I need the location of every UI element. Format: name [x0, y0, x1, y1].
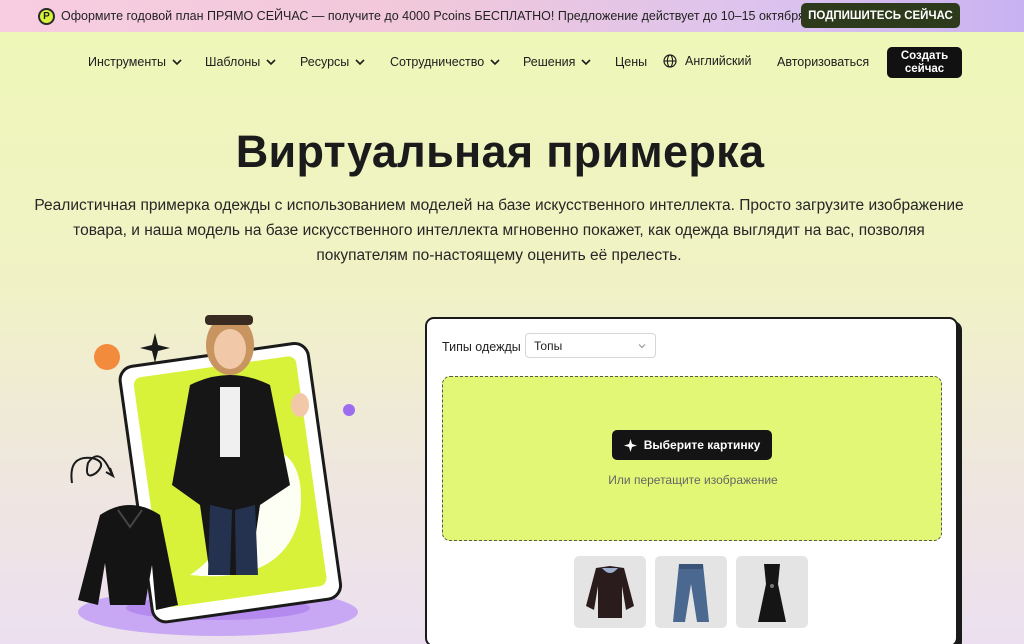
- image-dropzone[interactable]: Выберите картинку Или перетащите изображ…: [442, 376, 942, 541]
- chevron-down-icon: [355, 59, 365, 66]
- choose-image-label: Выберите картинку: [643, 438, 761, 452]
- chevron-down-icon: [172, 59, 182, 66]
- nav-templates[interactable]: Шаблоны: [205, 55, 277, 69]
- login-label: Авторизоваться: [777, 55, 870, 69]
- nav-pricing-label: Цены: [615, 55, 648, 69]
- page-subtitle: Реалистичная примерка одежды с использов…: [34, 197, 964, 264]
- clothing-type-label: Типы одежды: [442, 340, 521, 354]
- sparkle-icon: [623, 438, 637, 452]
- sample-dress[interactable]: [736, 556, 808, 628]
- model-tryon-illustration: [70, 315, 358, 636]
- chevron-down-icon: [266, 59, 276, 66]
- sample-jeans[interactable]: [655, 556, 727, 628]
- language-switcher[interactable]: Английский: [663, 54, 751, 68]
- clothing-type-value: Топы: [534, 338, 563, 353]
- chevron-down-icon: [581, 59, 591, 66]
- sweater-sample-icon: [586, 566, 634, 618]
- dress-sample-icon: [758, 564, 786, 622]
- promo-banner: P Оформите годовой план ПРЯМО СЕЙЧАС — п…: [0, 0, 1024, 32]
- nav-pricing[interactable]: Цены: [615, 55, 647, 69]
- create-now-button[interactable]: Создать сейчас: [887, 47, 962, 78]
- nav-resources-label: Ресурсы: [300, 55, 350, 69]
- nav-collaboration[interactable]: Сотрудничество: [390, 55, 501, 69]
- tryon-panel: Типы одежды Топы Выберите картинку Или п…: [425, 317, 958, 644]
- nav-templates-label: Шаблоны: [205, 55, 261, 69]
- subscribe-now-button[interactable]: ПОДПИШИТЕСЬ СЕЙЧАС: [801, 3, 960, 28]
- pcoin-icon: P: [38, 8, 55, 25]
- globe-icon: [663, 54, 677, 68]
- chevron-down-icon: [638, 343, 646, 348]
- login-link[interactable]: Авторизоваться: [777, 55, 869, 69]
- drop-hint: Или перетащите изображение: [608, 473, 778, 487]
- nav-tools[interactable]: Инструменты: [88, 55, 183, 69]
- promo-text: Оформите годовой план ПРЯМО СЕЙЧАС — пол…: [61, 9, 809, 23]
- nav-tools-label: Инструменты: [88, 55, 166, 69]
- nav-resources[interactable]: Ресурсы: [300, 55, 366, 69]
- jeans-sample-icon: [673, 564, 709, 622]
- nav-solutions-label: Решения: [523, 55, 576, 69]
- nav-collaboration-label: Сотрудничество: [390, 55, 485, 69]
- language-label: Английский: [685, 54, 752, 68]
- page-title: Виртуальная примерка: [235, 126, 765, 177]
- nav-solutions[interactable]: Решения: [523, 55, 592, 69]
- sample-sweater[interactable]: [574, 556, 646, 628]
- hero-illustration: [60, 305, 380, 644]
- chevron-down-icon: [490, 59, 500, 66]
- clothing-type-select[interactable]: Топы: [525, 333, 656, 358]
- choose-image-button[interactable]: Выберите картинку: [612, 430, 772, 460]
